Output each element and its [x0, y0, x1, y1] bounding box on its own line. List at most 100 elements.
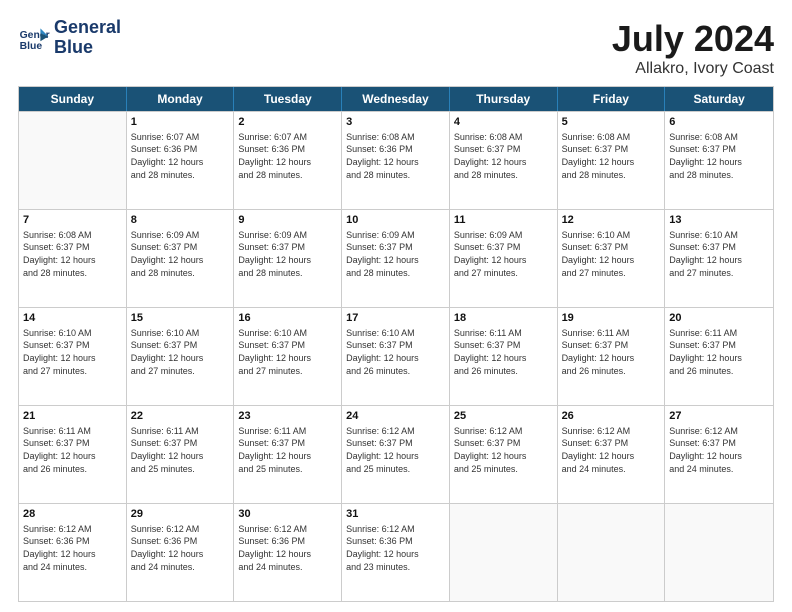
day-number: 14: [23, 311, 122, 326]
day-cell-4: 4Sunrise: 6:08 AM Sunset: 6:37 PM Daylig…: [450, 112, 558, 209]
day-number: 28: [23, 507, 122, 522]
day-cell-5: 5Sunrise: 6:08 AM Sunset: 6:37 PM Daylig…: [558, 112, 666, 209]
day-info: Sunrise: 6:12 AM Sunset: 6:36 PM Dayligh…: [346, 523, 445, 573]
day-info: Sunrise: 6:11 AM Sunset: 6:37 PM Dayligh…: [131, 425, 230, 475]
day-info: Sunrise: 6:09 AM Sunset: 6:37 PM Dayligh…: [238, 229, 337, 279]
day-cell-30: 30Sunrise: 6:12 AM Sunset: 6:36 PM Dayli…: [234, 504, 342, 601]
day-cell-8: 8Sunrise: 6:09 AM Sunset: 6:37 PM Daylig…: [127, 210, 235, 307]
day-info: Sunrise: 6:11 AM Sunset: 6:37 PM Dayligh…: [454, 327, 553, 377]
day-info: Sunrise: 6:11 AM Sunset: 6:37 PM Dayligh…: [669, 327, 769, 377]
day-info: Sunrise: 6:11 AM Sunset: 6:37 PM Dayligh…: [562, 327, 661, 377]
day-cell-29: 29Sunrise: 6:12 AM Sunset: 6:36 PM Dayli…: [127, 504, 235, 601]
day-cell-20: 20Sunrise: 6:11 AM Sunset: 6:37 PM Dayli…: [665, 308, 773, 405]
day-cell-12: 12Sunrise: 6:10 AM Sunset: 6:37 PM Dayli…: [558, 210, 666, 307]
day-cell-9: 9Sunrise: 6:09 AM Sunset: 6:37 PM Daylig…: [234, 210, 342, 307]
calendar-row-3: 21Sunrise: 6:11 AM Sunset: 6:37 PM Dayli…: [19, 405, 773, 503]
svg-text:Blue: Blue: [20, 41, 43, 52]
day-info: Sunrise: 6:12 AM Sunset: 6:36 PM Dayligh…: [238, 523, 337, 573]
day-cell-11: 11Sunrise: 6:09 AM Sunset: 6:37 PM Dayli…: [450, 210, 558, 307]
page: General Blue General Blue July 2024 Alla…: [0, 0, 792, 612]
day-info: Sunrise: 6:09 AM Sunset: 6:37 PM Dayligh…: [131, 229, 230, 279]
calendar-row-4: 28Sunrise: 6:12 AM Sunset: 6:36 PM Dayli…: [19, 503, 773, 601]
day-number: 24: [346, 409, 445, 424]
day-number: 29: [131, 507, 230, 522]
day-number: 12: [562, 213, 661, 228]
header: General Blue General Blue July 2024 Alla…: [18, 18, 774, 78]
day-cell-1: 1Sunrise: 6:07 AM Sunset: 6:36 PM Daylig…: [127, 112, 235, 209]
day-info: Sunrise: 6:09 AM Sunset: 6:37 PM Dayligh…: [454, 229, 553, 279]
day-number: 13: [669, 213, 769, 228]
day-info: Sunrise: 6:11 AM Sunset: 6:37 PM Dayligh…: [23, 425, 122, 475]
header-day-tuesday: Tuesday: [234, 87, 342, 111]
day-number: 15: [131, 311, 230, 326]
day-number: 31: [346, 507, 445, 522]
day-number: 30: [238, 507, 337, 522]
day-info: Sunrise: 6:12 AM Sunset: 6:37 PM Dayligh…: [562, 425, 661, 475]
empty-cell: [450, 504, 558, 601]
day-cell-22: 22Sunrise: 6:11 AM Sunset: 6:37 PM Dayli…: [127, 406, 235, 503]
header-day-friday: Friday: [558, 87, 666, 111]
day-cell-13: 13Sunrise: 6:10 AM Sunset: 6:37 PM Dayli…: [665, 210, 773, 307]
day-info: Sunrise: 6:08 AM Sunset: 6:37 PM Dayligh…: [669, 131, 769, 181]
calendar-header: SundayMondayTuesdayWednesdayThursdayFrid…: [19, 87, 773, 111]
day-number: 10: [346, 213, 445, 228]
calendar-row-0: 1Sunrise: 6:07 AM Sunset: 6:36 PM Daylig…: [19, 111, 773, 209]
empty-cell: [558, 504, 666, 601]
empty-cell: [665, 504, 773, 601]
day-info: Sunrise: 6:09 AM Sunset: 6:37 PM Dayligh…: [346, 229, 445, 279]
logo-text-general: General: [54, 18, 121, 38]
day-cell-14: 14Sunrise: 6:10 AM Sunset: 6:37 PM Dayli…: [19, 308, 127, 405]
day-number: 17: [346, 311, 445, 326]
day-cell-6: 6Sunrise: 6:08 AM Sunset: 6:37 PM Daylig…: [665, 112, 773, 209]
day-number: 26: [562, 409, 661, 424]
day-info: Sunrise: 6:12 AM Sunset: 6:37 PM Dayligh…: [669, 425, 769, 475]
day-cell-7: 7Sunrise: 6:08 AM Sunset: 6:37 PM Daylig…: [19, 210, 127, 307]
day-number: 23: [238, 409, 337, 424]
day-number: 6: [669, 115, 769, 130]
day-cell-27: 27Sunrise: 6:12 AM Sunset: 6:37 PM Dayli…: [665, 406, 773, 503]
day-number: 20: [669, 311, 769, 326]
day-number: 21: [23, 409, 122, 424]
day-cell-15: 15Sunrise: 6:10 AM Sunset: 6:37 PM Dayli…: [127, 308, 235, 405]
day-number: 27: [669, 409, 769, 424]
subtitle: Allakro, Ivory Coast: [612, 60, 774, 78]
day-number: 18: [454, 311, 553, 326]
header-day-monday: Monday: [127, 87, 235, 111]
day-cell-18: 18Sunrise: 6:11 AM Sunset: 6:37 PM Dayli…: [450, 308, 558, 405]
day-cell-19: 19Sunrise: 6:11 AM Sunset: 6:37 PM Dayli…: [558, 308, 666, 405]
calendar-body: 1Sunrise: 6:07 AM Sunset: 6:36 PM Daylig…: [19, 111, 773, 601]
calendar-row-2: 14Sunrise: 6:10 AM Sunset: 6:37 PM Dayli…: [19, 307, 773, 405]
main-title: July 2024: [612, 18, 774, 60]
day-info: Sunrise: 6:07 AM Sunset: 6:36 PM Dayligh…: [131, 131, 230, 181]
day-info: Sunrise: 6:11 AM Sunset: 6:37 PM Dayligh…: [238, 425, 337, 475]
day-info: Sunrise: 6:08 AM Sunset: 6:37 PM Dayligh…: [23, 229, 122, 279]
title-block: July 2024 Allakro, Ivory Coast: [612, 18, 774, 78]
day-info: Sunrise: 6:07 AM Sunset: 6:36 PM Dayligh…: [238, 131, 337, 181]
day-cell-25: 25Sunrise: 6:12 AM Sunset: 6:37 PM Dayli…: [450, 406, 558, 503]
day-info: Sunrise: 6:08 AM Sunset: 6:36 PM Dayligh…: [346, 131, 445, 181]
day-number: 11: [454, 213, 553, 228]
day-number: 1: [131, 115, 230, 130]
day-number: 9: [238, 213, 337, 228]
day-info: Sunrise: 6:12 AM Sunset: 6:37 PM Dayligh…: [346, 425, 445, 475]
day-number: 16: [238, 311, 337, 326]
day-cell-3: 3Sunrise: 6:08 AM Sunset: 6:36 PM Daylig…: [342, 112, 450, 209]
day-info: Sunrise: 6:10 AM Sunset: 6:37 PM Dayligh…: [669, 229, 769, 279]
day-info: Sunrise: 6:12 AM Sunset: 6:36 PM Dayligh…: [131, 523, 230, 573]
header-day-wednesday: Wednesday: [342, 87, 450, 111]
logo: General Blue General Blue: [18, 18, 121, 58]
day-info: Sunrise: 6:12 AM Sunset: 6:36 PM Dayligh…: [23, 523, 122, 573]
day-info: Sunrise: 6:08 AM Sunset: 6:37 PM Dayligh…: [562, 131, 661, 181]
day-cell-10: 10Sunrise: 6:09 AM Sunset: 6:37 PM Dayli…: [342, 210, 450, 307]
day-cell-28: 28Sunrise: 6:12 AM Sunset: 6:36 PM Dayli…: [19, 504, 127, 601]
day-info: Sunrise: 6:10 AM Sunset: 6:37 PM Dayligh…: [346, 327, 445, 377]
day-cell-23: 23Sunrise: 6:11 AM Sunset: 6:37 PM Dayli…: [234, 406, 342, 503]
day-number: 22: [131, 409, 230, 424]
day-info: Sunrise: 6:08 AM Sunset: 6:37 PM Dayligh…: [454, 131, 553, 181]
day-info: Sunrise: 6:10 AM Sunset: 6:37 PM Dayligh…: [23, 327, 122, 377]
day-info: Sunrise: 6:12 AM Sunset: 6:37 PM Dayligh…: [454, 425, 553, 475]
day-info: Sunrise: 6:10 AM Sunset: 6:37 PM Dayligh…: [562, 229, 661, 279]
day-cell-17: 17Sunrise: 6:10 AM Sunset: 6:37 PM Dayli…: [342, 308, 450, 405]
day-cell-26: 26Sunrise: 6:12 AM Sunset: 6:37 PM Dayli…: [558, 406, 666, 503]
day-cell-21: 21Sunrise: 6:11 AM Sunset: 6:37 PM Dayli…: [19, 406, 127, 503]
